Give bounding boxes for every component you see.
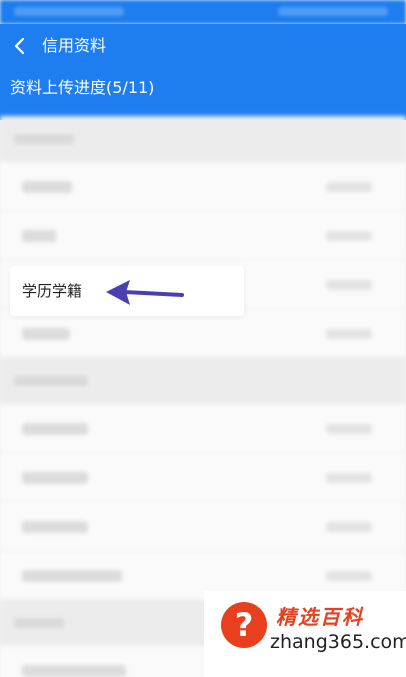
pointer-arrow-icon [106, 280, 184, 305]
back-arrow-icon[interactable] [10, 36, 30, 56]
section-header [0, 358, 406, 404]
status-bar-left [14, 7, 124, 16]
list-item[interactable] [0, 404, 406, 453]
page-title: 信用资料 [42, 36, 107, 55]
watermark: ? 精选百科 zhang365.com [204, 591, 406, 677]
list-item[interactable] [0, 502, 406, 551]
status-bar [0, 0, 406, 24]
list-item[interactable] [0, 309, 406, 358]
question-mark-icon: ? [221, 602, 267, 648]
app-bar: 信用资料 资料上传进度(5/11) [0, 24, 406, 120]
upload-progress-text: 资料上传进度(5/11) [10, 78, 155, 97]
watermark-title: 精选百科 [276, 605, 364, 629]
status-bar-right [278, 7, 388, 16]
list-item[interactable] [0, 453, 406, 502]
section-header [0, 116, 406, 162]
list-item[interactable] [0, 162, 406, 211]
watermark-domain: zhang365.com [270, 631, 406, 653]
education-record-label: 学历学籍 [22, 282, 83, 300]
list-item[interactable] [0, 211, 406, 260]
